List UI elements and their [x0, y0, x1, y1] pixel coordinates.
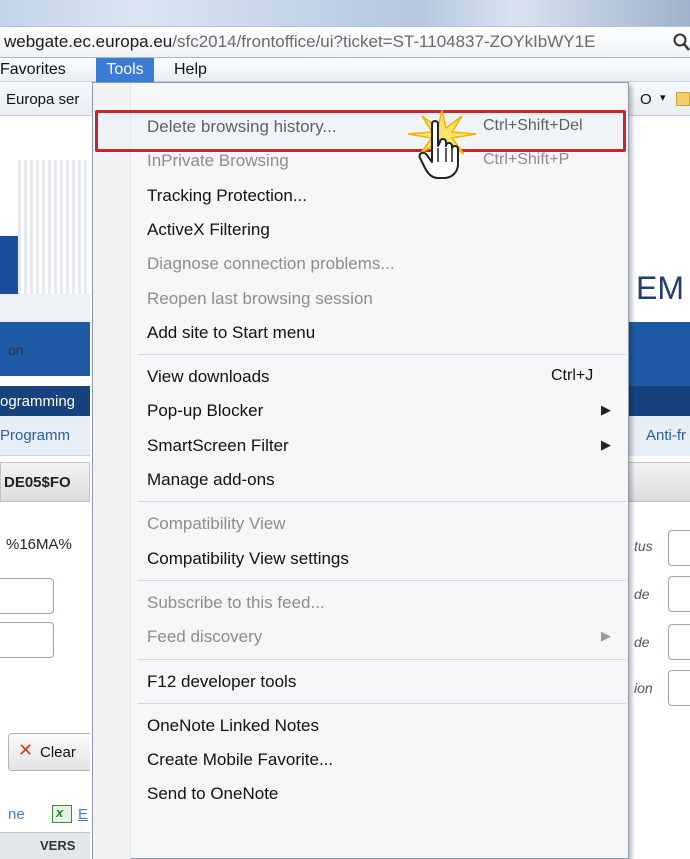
menu-item: Subscribe to this feed... [93, 586, 628, 620]
menu-item-label: F12 developer tools [147, 671, 297, 691]
clear-icon: ✕ [18, 740, 34, 760]
menu-item: Diagnose connection problems... [93, 247, 628, 281]
submenu-arrow-icon: ▶ [601, 436, 611, 452]
menu-item[interactable]: Send to OneNote [93, 777, 628, 811]
menu-item[interactable]: View downloads Ctrl+J [93, 360, 628, 394]
address-path: /sfc2014/frontoffice/ui?ticket=ST-110483… [172, 32, 596, 51]
menu-separator [138, 354, 626, 356]
highlight-annotation [95, 110, 626, 152]
menu-separator [138, 702, 626, 704]
submenu-arrow-icon: ▶ [601, 402, 611, 418]
menu-item-label: ActiveX Filtering [147, 219, 270, 239]
folder-icon[interactable] [676, 92, 690, 106]
filter-input[interactable] [0, 578, 54, 614]
address-host: webgate.ec.europa.eu [4, 32, 173, 51]
menu-separator [138, 501, 626, 503]
menu-item-label: Feed discovery [147, 627, 263, 647]
menu-item-shortcut: Ctrl+Shift+P [483, 151, 570, 169]
menu-item[interactable]: F12 developer tools [93, 665, 628, 699]
menu-item-label: SmartScreen Filter [147, 435, 289, 455]
menu-item-label: Manage add-ons [147, 470, 275, 489]
filter-input[interactable] [0, 622, 54, 658]
menu-favorites[interactable]: Favorites [0, 60, 66, 80]
menu-item-label: View downloads [147, 367, 270, 387]
menu-item-label: Compatibility View [147, 514, 286, 534]
menu-separator [138, 579, 626, 581]
menu-tools[interactable]: Tools [96, 58, 154, 82]
chevron-down-icon[interactable]: ▾ [660, 91, 666, 104]
menu-item-shortcut: Ctrl+J [551, 367, 594, 385]
menu-item-label: Reopen last browsing session [147, 288, 373, 308]
subnav-item-programme[interactable]: Programm [0, 427, 70, 444]
submenu-arrow-icon: ▶ [601, 628, 611, 644]
menu-item[interactable]: Pop-up Blocker ▶ [93, 394, 628, 428]
search-value: %16MA% [6, 536, 72, 553]
menu-item-label: Pop-up Blocker [147, 401, 264, 421]
field-input[interactable] [668, 576, 690, 612]
menu-item: Reopen last browsing session [93, 282, 628, 316]
menu-item-label: Compatibility View settings [147, 548, 349, 568]
menu-item-label: Send to OneNote [147, 784, 279, 804]
window-title-strip [0, 0, 690, 26]
menu-item-label: InPrivate Browsing [147, 151, 289, 171]
menu-item[interactable]: Create Mobile Favorite... [93, 743, 628, 777]
clear-button-label: Clear [40, 744, 76, 761]
menu-item-label: Create Mobile Favorite... [147, 750, 334, 770]
hand-pointer-icon [418, 118, 462, 182]
field-label: ion [634, 680, 653, 696]
menu-item: Feed discovery ▶ [93, 620, 628, 654]
menu-item-label: Add site to Start menu [147, 322, 316, 342]
header-band-blue-right [628, 322, 690, 388]
menu-item[interactable]: SmartScreen Filter ▶ [93, 429, 628, 463]
address-url[interactable]: webgate.ec.europa.eu/sfc2014/frontoffice… [4, 32, 668, 52]
record-band-right [628, 462, 690, 502]
record-id: DE05$FO [4, 474, 71, 491]
field-label: de [634, 634, 650, 650]
link-partial[interactable]: ne [8, 806, 25, 823]
excel-icon[interactable]: x [52, 805, 72, 823]
logo-caption: on [8, 342, 24, 358]
menu-item-label: Diagnose connection problems... [147, 254, 395, 274]
field-label: de [634, 586, 650, 602]
export-link[interactable]: E [78, 806, 88, 823]
field-input[interactable] [668, 670, 690, 706]
field-input[interactable] [668, 530, 690, 566]
menu-item[interactable]: OneNote Linked Notes [93, 709, 628, 743]
menu-item[interactable]: Compatibility View settings [93, 542, 628, 576]
menu-item[interactable]: Manage add-ons [93, 463, 628, 497]
search-icon[interactable] [672, 32, 690, 52]
menu-help[interactable]: Help [174, 60, 207, 80]
table-header-version[interactable]: VERS [40, 838, 75, 853]
logo-block [0, 236, 18, 294]
header-band [0, 294, 90, 322]
logo-building-graphic [18, 160, 90, 310]
nav-bar-right [628, 386, 690, 416]
page-title-partial: EM [636, 270, 684, 306]
menu-separator [138, 658, 626, 660]
menu-item-label: Subscribe to this feed... [147, 592, 325, 612]
field-input[interactable] [668, 624, 690, 660]
menu-item[interactable]: Tracking Protection... [93, 179, 628, 213]
field-label: tus [634, 538, 653, 554]
nav-item-programming[interactable]: ogramming [0, 393, 75, 410]
excel-icon-letter: x [56, 805, 64, 820]
menu-item-label: Tracking Protection... [147, 185, 307, 205]
menu-item: Compatibility View [93, 507, 628, 541]
favorites-bar-item-europa[interactable]: Europa ser [6, 91, 90, 108]
menu-item-label: OneNote Linked Notes [147, 715, 319, 735]
subnav-item-anti-fraud[interactable]: Anti-fr [646, 427, 686, 444]
menu-item[interactable]: Add site to Start menu [93, 316, 628, 350]
menu-item[interactable]: ActiveX Filtering [93, 213, 628, 247]
favorites-bar-item-partial[interactable]: O [640, 91, 652, 108]
